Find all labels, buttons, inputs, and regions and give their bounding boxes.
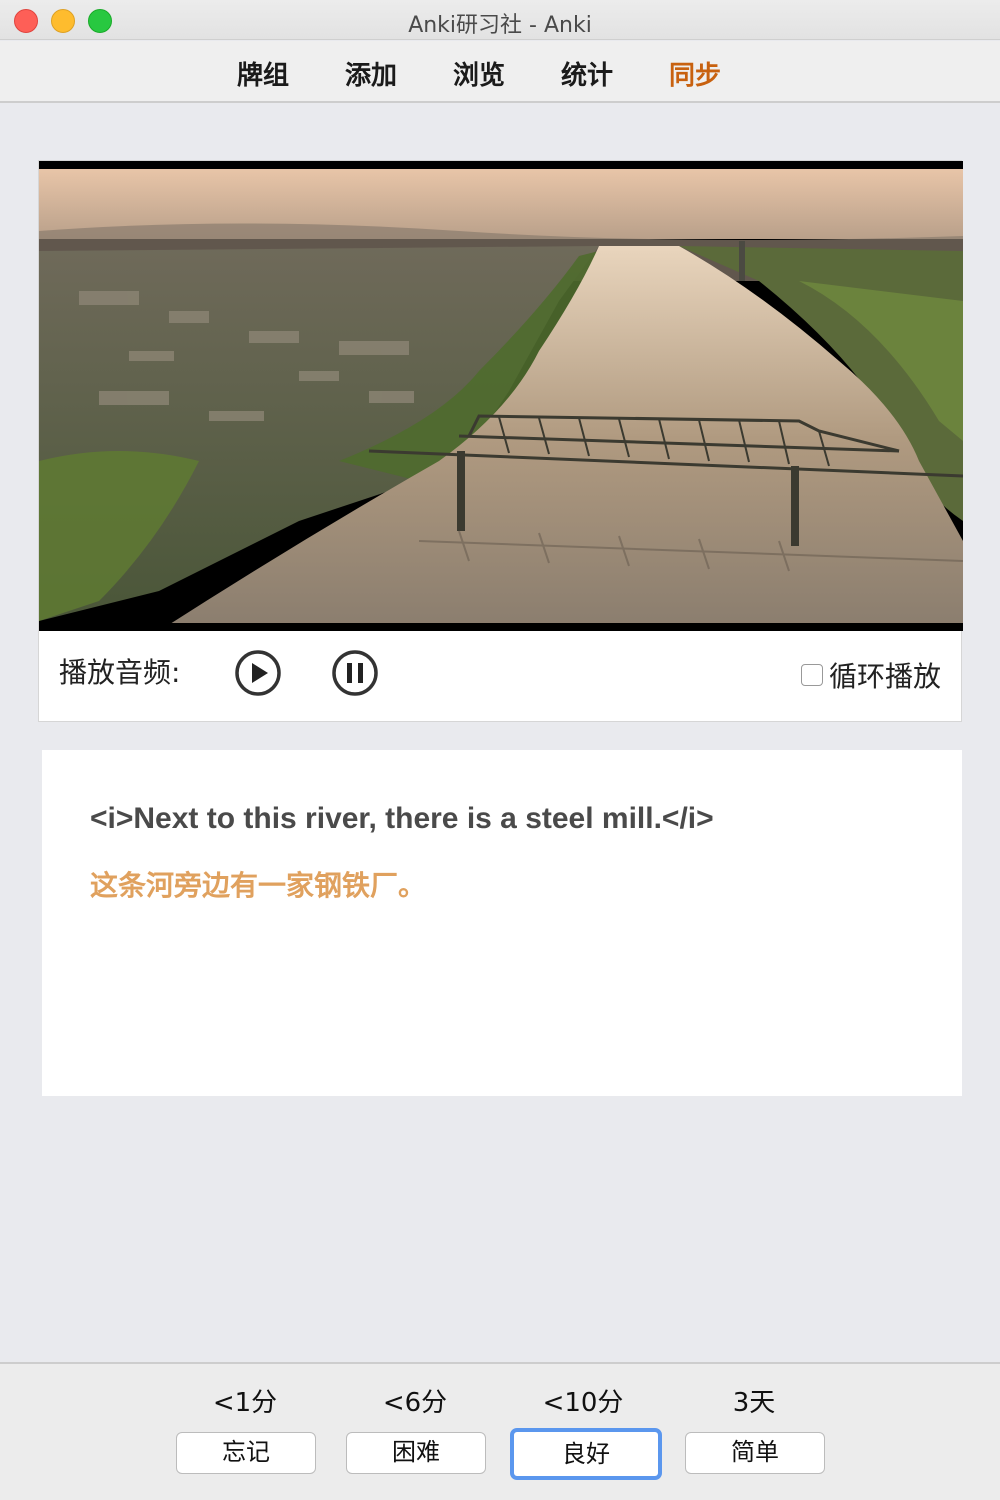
window-title: Anki研习社 - Anki: [408, 13, 592, 38]
interval-again: <1分: [212, 1388, 278, 1418]
card-front-text: <i>Next to this river, there is a steel …: [90, 802, 714, 835]
interval-good: <10分: [542, 1388, 624, 1418]
loop-toggle[interactable]: 循环播放: [800, 655, 941, 695]
toolbar-add[interactable]: 添加: [345, 55, 397, 92]
media-panel: 播放音频: 循环播放: [38, 160, 963, 722]
card-back-text: 这条河旁边有一家钢铁厂。: [90, 869, 427, 902]
title-bar: Anki研习社 - Anki: [0, 0, 1000, 40]
hard-button[interactable]: 困难: [346, 1432, 486, 1474]
pause-circle-icon: [332, 650, 378, 696]
video-player[interactable]: [39, 161, 963, 631]
loop-label: 循环播放: [828, 660, 941, 693]
toolbar-decks[interactable]: 牌组: [237, 55, 289, 92]
loop-checkbox[interactable]: [800, 664, 823, 686]
answer-bar: <1分 <6分 <10分 3天 忘记 困难 良好 简单: [0, 1362, 1000, 1500]
play-audio-label: 播放音频:: [59, 656, 181, 689]
video-frame-river-bridge: [39, 161, 963, 631]
toolbar-sync[interactable]: 同步: [669, 55, 721, 92]
toolbar-browse[interactable]: 浏览: [453, 55, 505, 92]
again-button[interactable]: 忘记: [176, 1432, 316, 1474]
pause-button[interactable]: [331, 649, 379, 697]
main-toolbar: 牌组 添加 浏览 统计 同步: [0, 41, 1000, 103]
interval-hard: <6分: [382, 1388, 448, 1418]
play-button[interactable]: [234, 649, 282, 697]
easy-button[interactable]: 简单: [685, 1432, 825, 1474]
interval-easy: 3天: [732, 1388, 776, 1418]
play-circle-icon: [235, 650, 281, 696]
toolbar-stats[interactable]: 统计: [561, 55, 613, 92]
card-content: <i>Next to this river, there is a steel …: [42, 750, 962, 1096]
good-button[interactable]: 良好: [510, 1428, 662, 1480]
